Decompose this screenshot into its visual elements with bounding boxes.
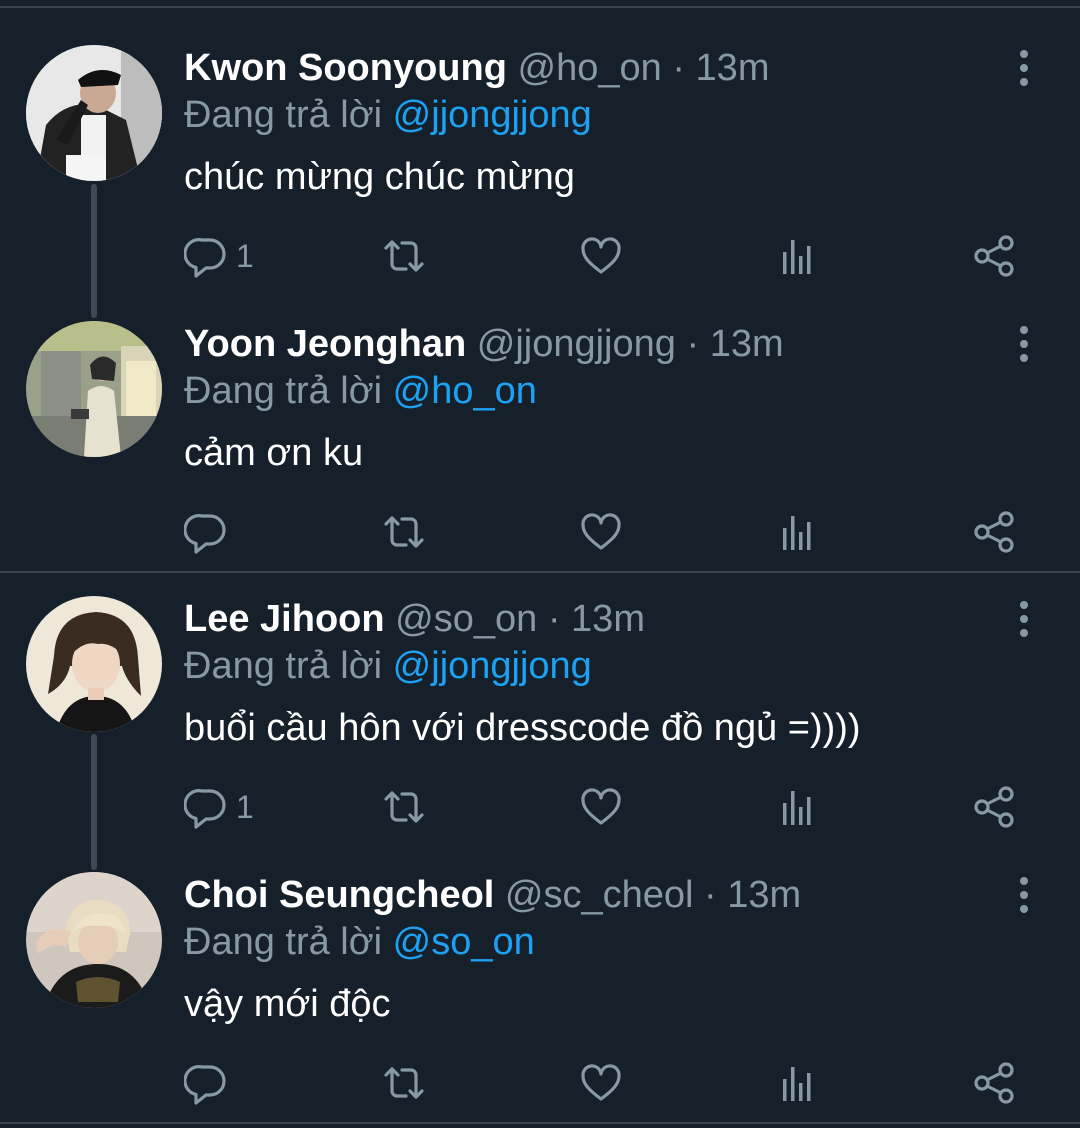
- separator: ·: [686, 323, 700, 365]
- tweet[interactable]: Lee Jihoon @so_on · 13m Đang trả lời @jj…: [0, 551, 1080, 829]
- timestamp[interactable]: 13m: [710, 323, 784, 365]
- analytics-icon: [778, 785, 818, 829]
- separator: ·: [672, 47, 685, 89]
- tweet[interactable]: Kwon Soonyoung @ho_on · 13m Đang trả lời…: [0, 0, 1080, 278]
- tweet-header: Choi Seungcheol @sc_cheol · 13m: [184, 873, 801, 917]
- timestamp[interactable]: 13m: [696, 47, 770, 89]
- replying-to: Đang trả lời @ho_on: [184, 368, 537, 414]
- mention-link[interactable]: @ho_on: [393, 370, 537, 412]
- share-button[interactable]: [972, 1055, 1018, 1111]
- replying-to: Đang trả lời @jjongjjong: [184, 92, 592, 138]
- display-name[interactable]: Lee Jihoon: [184, 598, 385, 640]
- like-icon: [579, 234, 623, 278]
- mention-link[interactable]: @jjongjjong: [393, 94, 592, 136]
- display-name[interactable]: Yoon Jeonghan: [184, 323, 466, 365]
- timestamp[interactable]: 13m: [727, 874, 801, 916]
- like-icon: [579, 785, 623, 829]
- reply-prefix: Đang trả lời: [184, 645, 383, 687]
- separator: ·: [547, 598, 561, 640]
- reply-count: 1: [236, 238, 254, 274]
- replying-to: Đang trả lời @jjongjjong: [184, 643, 592, 689]
- share-icon: [972, 1061, 1018, 1105]
- tweet[interactable]: Yoon Jeonghan @jjongjjong · 13m Đang trả…: [0, 276, 1080, 554]
- more-icon[interactable]: [1004, 48, 1044, 88]
- thread-divider: [0, 1122, 1080, 1124]
- avatar[interactable]: [26, 45, 162, 181]
- like-icon: [579, 510, 623, 554]
- separator: ·: [704, 874, 717, 916]
- analytics-icon: [778, 510, 818, 554]
- replying-to: Đang trả lời @so_on: [184, 919, 535, 965]
- handle[interactable]: @jjongjjong: [477, 323, 676, 365]
- handle[interactable]: @ho_on: [518, 47, 662, 89]
- reply-button[interactable]: [184, 1055, 236, 1111]
- retweet-icon: [380, 785, 428, 829]
- reply-prefix: Đang trả lời: [184, 921, 383, 963]
- mention-link[interactable]: @jjongjjong: [393, 645, 592, 687]
- avatar[interactable]: [26, 596, 162, 732]
- reply-prefix: Đang trả lời: [184, 94, 383, 136]
- avatar[interactable]: [26, 872, 162, 1008]
- analytics-icon: [778, 1061, 818, 1105]
- tweet-header: Kwon Soonyoung @ho_on · 13m: [184, 46, 769, 90]
- share-icon: [972, 234, 1018, 278]
- more-icon[interactable]: [1004, 324, 1044, 364]
- retweet-icon: [380, 510, 428, 554]
- tweet-text: cảm ơn ku: [184, 432, 364, 474]
- mention-link[interactable]: @so_on: [393, 921, 535, 963]
- reply-prefix: Đang trả lời: [184, 370, 383, 412]
- timestamp[interactable]: 13m: [571, 598, 645, 640]
- avatar[interactable]: [26, 321, 162, 457]
- like-button[interactable]: [579, 1055, 623, 1111]
- share-icon: [972, 510, 1018, 554]
- handle[interactable]: @sc_cheol: [505, 874, 694, 916]
- display-name[interactable]: Kwon Soonyoung: [184, 47, 507, 89]
- reply-icon: [184, 510, 228, 554]
- tweet-header: Lee Jihoon @so_on · 13m: [184, 597, 645, 641]
- share-icon: [972, 785, 1018, 829]
- reply-icon: [184, 785, 228, 829]
- tweet-text: vậy mới độc: [184, 983, 391, 1025]
- reply-icon: [184, 1061, 228, 1105]
- display-name[interactable]: Choi Seungcheol: [184, 874, 494, 916]
- reply-icon: [184, 234, 228, 278]
- analytics-icon: [778, 234, 818, 278]
- action-bar: [184, 1055, 1034, 1111]
- tweet-text: chúc mừng chúc mừng: [184, 156, 575, 198]
- handle[interactable]: @so_on: [395, 598, 537, 640]
- reply-count: 1: [236, 789, 254, 825]
- tweet[interactable]: Choi Seungcheol @sc_cheol · 13m Đang trả…: [0, 827, 1080, 1105]
- more-icon[interactable]: [1004, 599, 1044, 639]
- retweet-icon: [380, 1061, 428, 1105]
- tweet-text: buổi cầu hôn với dresscode đồ ngủ =)))): [184, 707, 861, 749]
- tweet-header: Yoon Jeonghan @jjongjjong · 13m: [184, 322, 784, 366]
- analytics-button[interactable]: [778, 1055, 818, 1111]
- more-icon[interactable]: [1004, 875, 1044, 915]
- like-icon: [579, 1061, 623, 1105]
- retweet-button[interactable]: [380, 1055, 428, 1111]
- retweet-icon: [380, 234, 428, 278]
